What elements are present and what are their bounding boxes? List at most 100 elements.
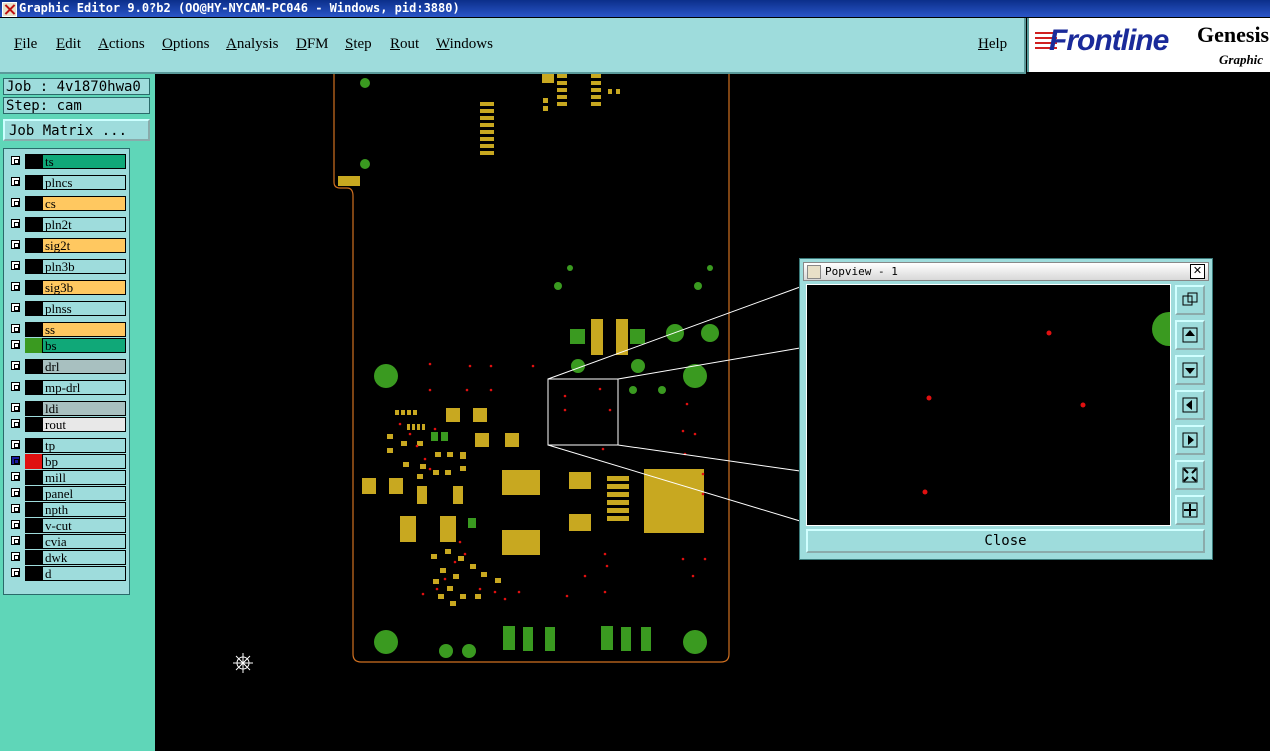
pan-right-button[interactable] bbox=[1175, 425, 1205, 455]
layer-name[interactable]: plncs bbox=[42, 175, 126, 190]
layer-checkbox[interactable] bbox=[11, 261, 20, 270]
menu-analysis[interactable]: Analysis bbox=[226, 36, 279, 53]
layer-row-rout[interactable]: rout bbox=[7, 417, 126, 432]
menu-step[interactable]: Step bbox=[345, 36, 372, 53]
layer-checkbox[interactable] bbox=[11, 419, 20, 428]
layer-name[interactable]: tp bbox=[42, 438, 126, 453]
layer-checkbox[interactable] bbox=[11, 303, 20, 312]
layer-checkbox[interactable] bbox=[11, 403, 20, 412]
logo-brand: Frontline bbox=[1049, 24, 1169, 57]
layer-row-cs[interactable]: cs bbox=[7, 196, 126, 211]
popview-close-icon[interactable]: ✕ bbox=[1190, 264, 1205, 279]
layer-checkbox[interactable] bbox=[11, 456, 20, 465]
layer-checkbox[interactable] bbox=[11, 382, 20, 391]
layer-color-swatch bbox=[25, 518, 42, 533]
layer-name[interactable]: cvia bbox=[42, 534, 126, 549]
pan-left-button[interactable] bbox=[1175, 390, 1205, 420]
layer-row-bs[interactable]: bs bbox=[7, 338, 126, 353]
layer-checkbox[interactable] bbox=[11, 536, 20, 545]
menu-dfm[interactable]: DFM bbox=[296, 36, 329, 53]
layer-checkbox[interactable] bbox=[11, 198, 20, 207]
layer-name[interactable]: dwk bbox=[42, 550, 126, 565]
layer-name[interactable]: pln2t bbox=[42, 217, 126, 232]
layer-name[interactable]: bs bbox=[42, 338, 126, 353]
layer-row-mill[interactable]: mill bbox=[7, 470, 126, 485]
layer-checkbox[interactable] bbox=[11, 156, 20, 165]
layer-name[interactable]: drl bbox=[42, 359, 126, 374]
layer-checkbox[interactable] bbox=[11, 282, 20, 291]
layer-row-mp-drl[interactable]: mp-drl bbox=[7, 380, 126, 395]
layer-name[interactable]: mill bbox=[42, 470, 126, 485]
layer-row-cvia[interactable]: cvia bbox=[7, 534, 126, 549]
layer-checkbox[interactable] bbox=[11, 472, 20, 481]
layer-name[interactable]: d bbox=[42, 566, 126, 581]
menu-help[interactable]: Help bbox=[978, 36, 1007, 53]
layer-checkbox[interactable] bbox=[11, 440, 20, 449]
menu-bar: File Edit Actions Options Analysis DFM S… bbox=[0, 18, 1026, 74]
layer-name[interactable]: ss bbox=[42, 322, 126, 337]
layer-row-pln3b[interactable]: pln3b bbox=[7, 259, 126, 274]
layer-name[interactable]: sig2t bbox=[42, 238, 126, 253]
layer-row-bp[interactable]: bp bbox=[7, 454, 126, 469]
layer-row-plnss[interactable]: plnss bbox=[7, 301, 126, 316]
pan-down-button[interactable] bbox=[1175, 355, 1205, 385]
layer-row-tp[interactable]: tp bbox=[7, 438, 126, 453]
layer-checkbox[interactable] bbox=[11, 219, 20, 228]
layer-name[interactable]: ldi bbox=[42, 401, 126, 416]
layer-checkbox[interactable] bbox=[11, 504, 20, 513]
layer-row-sig2t[interactable]: sig2t bbox=[7, 238, 126, 253]
layer-row-drl[interactable]: drl bbox=[7, 359, 126, 374]
layer-checkbox[interactable] bbox=[11, 177, 20, 186]
layer-checkbox[interactable] bbox=[11, 520, 20, 529]
layer-row-ts[interactable]: ts bbox=[7, 154, 126, 169]
zoom-in-button[interactable] bbox=[1175, 495, 1205, 525]
menu-options[interactable]: Options bbox=[162, 36, 210, 53]
layer-row-sig3b[interactable]: sig3b bbox=[7, 280, 126, 295]
layer-name[interactable]: bp bbox=[42, 454, 126, 469]
menu-rout[interactable]: Rout bbox=[390, 36, 419, 53]
popview-via bbox=[922, 489, 928, 495]
layer-row-plncs[interactable]: plncs bbox=[7, 175, 126, 190]
layer-checkbox[interactable] bbox=[11, 488, 20, 497]
layer-checkbox[interactable] bbox=[11, 552, 20, 561]
layer-checkbox[interactable] bbox=[11, 361, 20, 370]
layer-name[interactable]: sig3b bbox=[42, 280, 126, 295]
layer-row-ss[interactable]: ss bbox=[7, 322, 126, 337]
zoom-out-button[interactable] bbox=[1175, 460, 1205, 490]
pan-up-button[interactable] bbox=[1175, 320, 1205, 350]
layer-row-dwk[interactable]: dwk bbox=[7, 550, 126, 565]
layer-checkbox[interactable] bbox=[11, 324, 20, 333]
menu-actions[interactable]: Actions bbox=[98, 36, 145, 53]
popview-close-button[interactable]: Close bbox=[806, 529, 1205, 553]
layer-row-v-cut[interactable]: v-cut bbox=[7, 518, 126, 533]
layer-name[interactable]: plnss bbox=[42, 301, 126, 316]
layer-row-pln2t[interactable]: pln2t bbox=[7, 217, 126, 232]
menu-edit[interactable]: Edit bbox=[56, 36, 81, 53]
menu-file[interactable]: File bbox=[14, 36, 37, 53]
layer-row-npth[interactable]: npth bbox=[7, 502, 126, 517]
pad bbox=[387, 434, 393, 439]
layer-row-panel[interactable]: panel bbox=[7, 486, 126, 501]
via bbox=[563, 394, 567, 398]
zoom-fit-button[interactable] bbox=[1175, 285, 1205, 315]
layer-name[interactable]: ts bbox=[42, 154, 126, 169]
popview-canvas[interactable] bbox=[806, 284, 1171, 526]
layer-name[interactable]: pln3b bbox=[42, 259, 126, 274]
layer-checkbox[interactable] bbox=[11, 340, 20, 349]
layer-checkbox[interactable] bbox=[11, 568, 20, 577]
layer-row-d[interactable]: d bbox=[7, 566, 126, 581]
layer-name[interactable]: mp-drl bbox=[42, 380, 126, 395]
menu-windows[interactable]: Windows bbox=[436, 36, 493, 53]
layer-row-ldi[interactable]: ldi bbox=[7, 401, 126, 416]
job-matrix-button[interactable]: Job Matrix ... bbox=[3, 119, 150, 141]
layer-name[interactable]: cs bbox=[42, 196, 126, 211]
layer-color-swatch bbox=[25, 175, 42, 190]
layer-name[interactable]: v-cut bbox=[42, 518, 126, 533]
layer-name[interactable]: rout bbox=[42, 417, 126, 432]
layer-checkbox[interactable] bbox=[11, 240, 20, 249]
layer-name[interactable]: npth bbox=[42, 502, 126, 517]
popview-title: Popview - 1 bbox=[825, 265, 898, 278]
layer-name[interactable]: panel bbox=[42, 486, 126, 501]
pad bbox=[473, 408, 487, 422]
pad bbox=[389, 478, 403, 494]
